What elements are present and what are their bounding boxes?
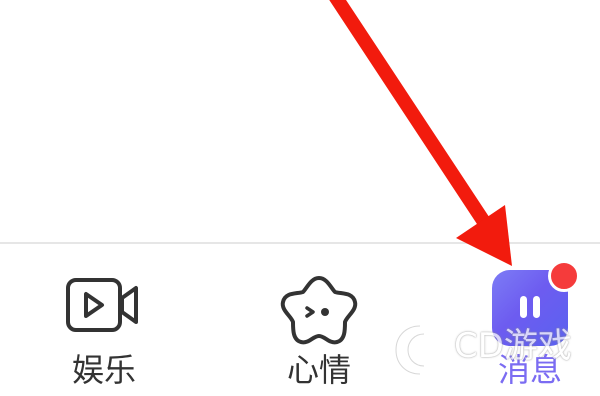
message-app-icon — [492, 260, 580, 346]
app-screen: 娱乐 心情 消息 CD游戏 — [0, 0, 600, 396]
bottom-tab-bar: 娱乐 心情 消息 — [0, 244, 600, 396]
video-camera-icon — [64, 274, 144, 342]
star-face-icon — [279, 274, 359, 350]
tab-mood-label: 心情 — [286, 351, 351, 389]
content-area — [0, 0, 600, 242]
tab-entertainment-label: 娱乐 — [71, 351, 136, 389]
tab-messages[interactable]: 消息 — [450, 244, 600, 396]
notification-badge — [548, 260, 580, 292]
tab-messages-label: 消息 — [497, 351, 562, 389]
pause-bar-right — [533, 296, 540, 318]
tab-entertainment[interactable]: 娱乐 — [24, 244, 184, 396]
pause-bar-left — [520, 296, 527, 318]
tab-mood[interactable]: 心情 — [239, 244, 399, 396]
